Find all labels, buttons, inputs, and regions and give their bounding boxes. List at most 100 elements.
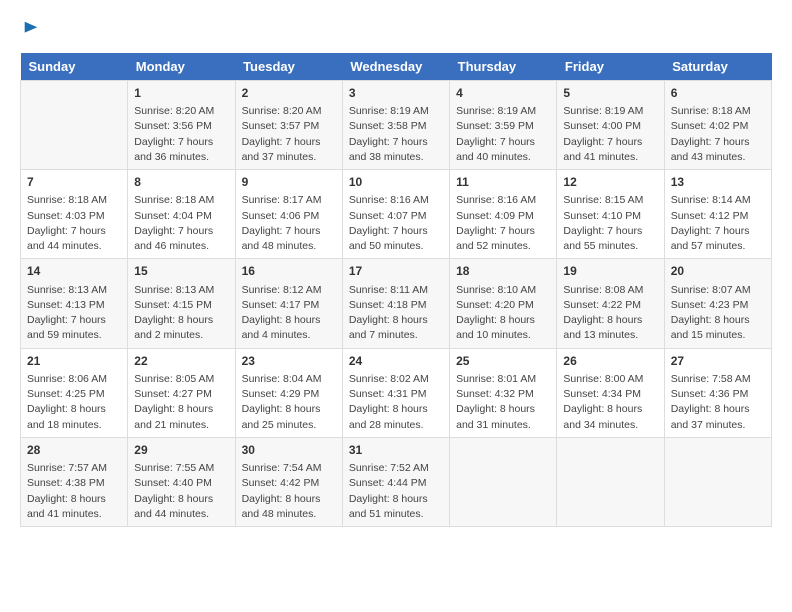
day-number: 25 — [456, 353, 550, 370]
day-number: 6 — [671, 85, 765, 102]
header-day-sunday: Sunday — [21, 53, 128, 81]
day-number: 13 — [671, 174, 765, 191]
day-number: 11 — [456, 174, 550, 191]
calendar-cell: 24 Sunrise: 8:02 AMSunset: 4:31 PMDayligh… — [342, 348, 449, 437]
header-day-tuesday: Tuesday — [235, 53, 342, 81]
day-info: Sunrise: 7:58 AMSunset: 4:36 PMDaylight:… — [671, 372, 765, 433]
day-number: 8 — [134, 174, 228, 191]
calendar-cell: 4Sunrise: 8:19 AMSunset: 3:59 PMDaylight… — [450, 80, 557, 169]
day-number: 27 — [671, 353, 765, 370]
calendar-cell: 1Sunrise: 8:20 AMSunset: 3:56 PMDaylight… — [128, 80, 235, 169]
day-number: 17 — [349, 263, 443, 280]
header-day-thursday: Thursday — [450, 53, 557, 81]
calendar-cell: 9Sunrise: 8:17 AMSunset: 4:06 PMDaylight… — [235, 170, 342, 259]
calendar-cell: 2 Sunrise: 8:20 AMSunset: 3:57 PMDaylight… — [235, 80, 342, 169]
day-info: Sunrise: 8:20 AMSunset: 3:57 PMDaylight:… — [242, 104, 336, 165]
logo-flag-icon — [22, 20, 40, 38]
day-number: 12 — [563, 174, 657, 191]
calendar-cell: 14 Sunrise: 8:13 AMSunset: 4:13 PMDayligh… — [21, 259, 128, 348]
day-info: Sunrise: 7:57 AMSunset: 4:38 PMDaylight:… — [27, 461, 121, 522]
day-info: Sunrise: 8:12 AMSunset: 4:17 PMDaylight:… — [242, 283, 336, 344]
calendar-cell: 27 Sunrise: 7:58 AMSunset: 4:36 PMDayligh… — [664, 348, 771, 437]
header-day-wednesday: Wednesday — [342, 53, 449, 81]
calendar-cell — [21, 80, 128, 169]
calendar-cell: 19 Sunrise: 8:08 AMSunset: 4:22 PMDayligh… — [557, 259, 664, 348]
day-number: 24 — [349, 353, 443, 370]
day-number: 2 — [242, 85, 336, 102]
calendar-cell: 17 Sunrise: 8:11 AMSunset: 4:18 PMDayligh… — [342, 259, 449, 348]
calendar-cell: 16 Sunrise: 8:12 AMSunset: 4:17 PMDayligh… — [235, 259, 342, 348]
day-number: 26 — [563, 353, 657, 370]
calendar-cell: 28 Sunrise: 7:57 AMSunset: 4:38 PMDayligh… — [21, 437, 128, 526]
day-info: Sunrise: 8:19 AMSunset: 3:58 PMDaylight:… — [349, 104, 443, 165]
day-number: 23 — [242, 353, 336, 370]
day-number: 9 — [242, 174, 336, 191]
calendar-cell: 23 Sunrise: 8:04 AMSunset: 4:29 PMDayligh… — [235, 348, 342, 437]
day-number: 3 — [349, 85, 443, 102]
day-info: Sunrise: 8:13 AMSunset: 4:15 PMDaylight:… — [134, 283, 228, 344]
calendar-cell — [664, 437, 771, 526]
day-info: Sunrise: 8:05 AMSunset: 4:27 PMDaylight:… — [134, 372, 228, 433]
day-number: 14 — [27, 263, 121, 280]
day-info: Sunrise: 8:18 AMSunset: 4:02 PMDaylight:… — [671, 104, 765, 165]
day-number: 21 — [27, 353, 121, 370]
calendar-body: 1Sunrise: 8:20 AMSunset: 3:56 PMDaylight… — [21, 80, 772, 526]
calendar-cell: 5Sunrise: 8:19 AMSunset: 4:00 PMDaylight… — [557, 80, 664, 169]
day-info: Sunrise: 8:02 AMSunset: 4:31 PMDaylight:… — [349, 372, 443, 433]
day-number: 15 — [134, 263, 228, 280]
day-number: 31 — [349, 442, 443, 459]
calendar-cell: 12Sunrise: 8:15 AMSunset: 4:10 PMDayligh… — [557, 170, 664, 259]
day-info: Sunrise: 8:00 AMSunset: 4:34 PMDaylight:… — [563, 372, 657, 433]
day-info: Sunrise: 8:10 AMSunset: 4:20 PMDaylight:… — [456, 283, 550, 344]
calendar-cell: 11 Sunrise: 8:16 AMSunset: 4:09 PMDayligh… — [450, 170, 557, 259]
day-number: 5 — [563, 85, 657, 102]
calendar-header: SundayMondayTuesdayWednesdayThursdayFrid… — [21, 53, 772, 81]
week-row-2: 7 Sunrise: 8:18 AMSunset: 4:03 PMDaylight… — [21, 170, 772, 259]
day-info: Sunrise: 8:07 AMSunset: 4:23 PMDaylight:… — [671, 283, 765, 344]
week-row-1: 1Sunrise: 8:20 AMSunset: 3:56 PMDaylight… — [21, 80, 772, 169]
day-number: 18 — [456, 263, 550, 280]
day-info: Sunrise: 8:19 AMSunset: 3:59 PMDaylight:… — [456, 104, 550, 165]
calendar-cell: 21 Sunrise: 8:06 AMSunset: 4:25 PMDayligh… — [21, 348, 128, 437]
calendar-cell: 26 Sunrise: 8:00 AMSunset: 4:34 PMDayligh… — [557, 348, 664, 437]
day-info: Sunrise: 8:06 AMSunset: 4:25 PMDaylight:… — [27, 372, 121, 433]
day-number: 30 — [242, 442, 336, 459]
day-info: Sunrise: 8:11 AMSunset: 4:18 PMDaylight:… — [349, 283, 443, 344]
day-info: Sunrise: 7:52 AMSunset: 4:44 PMDaylight:… — [349, 461, 443, 522]
page-header — [20, 20, 772, 43]
calendar-cell: 18 Sunrise: 8:10 AMSunset: 4:20 PMDayligh… — [450, 259, 557, 348]
calendar-cell: 3 Sunrise: 8:19 AMSunset: 3:58 PMDaylight… — [342, 80, 449, 169]
week-row-5: 28 Sunrise: 7:57 AMSunset: 4:38 PMDayligh… — [21, 437, 772, 526]
day-info: Sunrise: 8:08 AMSunset: 4:22 PMDaylight:… — [563, 283, 657, 344]
day-info: Sunrise: 8:13 AMSunset: 4:13 PMDaylight:… — [27, 283, 121, 344]
header-day-saturday: Saturday — [664, 53, 771, 81]
calendar-cell: 20 Sunrise: 8:07 AMSunset: 4:23 PMDayligh… — [664, 259, 771, 348]
day-info: Sunrise: 8:04 AMSunset: 4:29 PMDaylight:… — [242, 372, 336, 433]
calendar-cell: 6 Sunrise: 8:18 AMSunset: 4:02 PMDaylight… — [664, 80, 771, 169]
logo — [20, 20, 40, 43]
calendar-cell: 7 Sunrise: 8:18 AMSunset: 4:03 PMDaylight… — [21, 170, 128, 259]
day-info: Sunrise: 8:01 AMSunset: 4:32 PMDaylight:… — [456, 372, 550, 433]
day-number: 28 — [27, 442, 121, 459]
calendar-cell — [450, 437, 557, 526]
day-info: Sunrise: 8:16 AMSunset: 4:07 PMDaylight:… — [349, 193, 443, 254]
day-number: 22 — [134, 353, 228, 370]
day-info: Sunrise: 8:18 AMSunset: 4:04 PMDaylight:… — [134, 193, 228, 254]
header-day-monday: Monday — [128, 53, 235, 81]
calendar-cell: 13Sunrise: 8:14 AMSunset: 4:12 PMDayligh… — [664, 170, 771, 259]
day-number: 16 — [242, 263, 336, 280]
calendar-cell: 22 Sunrise: 8:05 AMSunset: 4:27 PMDayligh… — [128, 348, 235, 437]
day-number: 29 — [134, 442, 228, 459]
day-number: 19 — [563, 263, 657, 280]
day-info: Sunrise: 7:55 AMSunset: 4:40 PMDaylight:… — [134, 461, 228, 522]
day-number: 20 — [671, 263, 765, 280]
day-number: 10 — [349, 174, 443, 191]
calendar-table: SundayMondayTuesdayWednesdayThursdayFrid… — [20, 53, 772, 527]
day-info: Sunrise: 8:16 AMSunset: 4:09 PMDaylight:… — [456, 193, 550, 254]
day-number: 7 — [27, 174, 121, 191]
day-info: Sunrise: 8:18 AMSunset: 4:03 PMDaylight:… — [27, 193, 121, 254]
header-row: SundayMondayTuesdayWednesdayThursdayFrid… — [21, 53, 772, 81]
calendar-cell: 8 Sunrise: 8:18 AMSunset: 4:04 PMDaylight… — [128, 170, 235, 259]
calendar-cell: 30Sunrise: 7:54 AMSunset: 4:42 PMDayligh… — [235, 437, 342, 526]
week-row-4: 21 Sunrise: 8:06 AMSunset: 4:25 PMDayligh… — [21, 348, 772, 437]
